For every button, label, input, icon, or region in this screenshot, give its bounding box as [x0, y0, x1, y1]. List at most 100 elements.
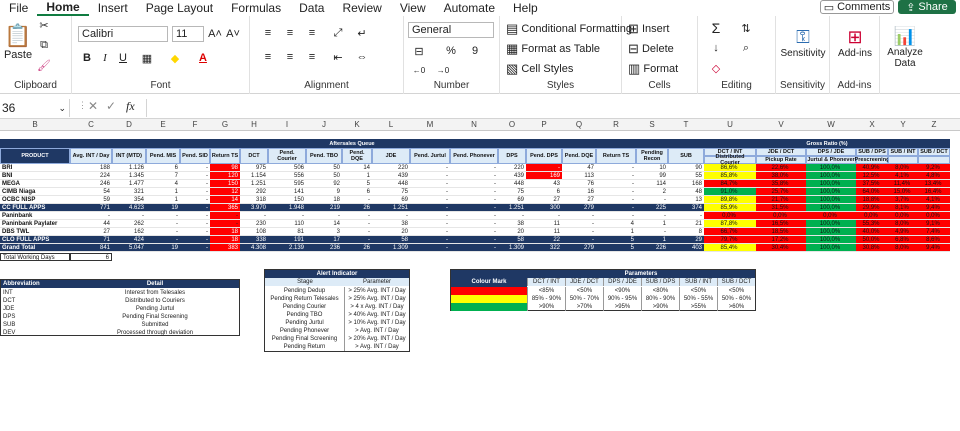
sort-filter-icon[interactable]: ⇅ [738, 20, 754, 36]
ratio-cell[interactable]: 21,7% [756, 196, 806, 204]
ratio-cell[interactable]: 91,0% [704, 188, 756, 196]
total-working-days-value[interactable]: 6 [70, 253, 112, 261]
table-cell[interactable]: - [450, 244, 498, 252]
menu-home[interactable]: Home [37, 0, 89, 16]
format-cells-button[interactable]: ▥ Format [628, 61, 678, 76]
orientation-icon[interactable]: ⤢ [330, 26, 346, 40]
table-cell[interactable]: 11 [526, 220, 562, 228]
table-cell[interactable]: 18 [210, 236, 240, 244]
table-cell[interactable]: 19 [146, 204, 180, 212]
ratio-cell[interactable]: 79,7% [704, 236, 756, 244]
table-cell[interactable]: 225 [636, 204, 668, 212]
table-cell[interactable]: 75 [498, 188, 526, 196]
table-cell[interactable]: - [562, 236, 596, 244]
table-cell[interactable]: 1.309 [498, 244, 526, 252]
formula-input[interactable] [146, 99, 960, 117]
table-cell[interactable]: - [180, 228, 210, 236]
table-cell[interactable]: 58 [372, 236, 410, 244]
table-cell[interactable]: 1.126 [112, 164, 146, 172]
table-cell[interactable]: 1.948 [268, 204, 306, 212]
table-cell[interactable]: - [596, 164, 636, 172]
table-cell[interactable]: 5 [342, 180, 372, 188]
row-label[interactable]: OCBC NISP [0, 196, 70, 204]
ratio-cell[interactable]: 17,2% [756, 236, 806, 244]
table-cell[interactable]: 220 [498, 164, 526, 172]
column-header-z[interactable]: Z [918, 119, 950, 131]
table-cell[interactable]: 424 [112, 236, 146, 244]
borders-icon[interactable]: ▦ [138, 50, 156, 66]
table-cell[interactable]: 6 [342, 188, 372, 196]
table-cell[interactable]: 262 [112, 220, 146, 228]
table-cell[interactable]: 4.308 [240, 244, 268, 252]
table-cell[interactable]: 59 [70, 196, 112, 204]
conditional-formatting-button[interactable]: ▤ Conditional Formatting [506, 21, 632, 36]
table-cell[interactable]: 19 [146, 244, 180, 252]
percent-icon[interactable]: % [442, 44, 460, 58]
ratio-cell[interactable]: 100,0% [806, 204, 856, 212]
column-header-i[interactable]: I [268, 119, 306, 131]
column-header-q[interactable]: Q [562, 119, 596, 131]
table-cell[interactable]: 17 [306, 236, 342, 244]
table-cell[interactable]: - [180, 180, 210, 188]
table-cell[interactable]: - [146, 228, 180, 236]
ratio-cell[interactable]: 30,8% [856, 244, 888, 252]
ratio-cell[interactable]: 11,4% [888, 180, 918, 188]
addins-button[interactable]: ⊞ Add-ins [832, 20, 878, 66]
table-cell[interactable]: 50 [306, 164, 342, 172]
table-cell[interactable]: 58 [498, 236, 526, 244]
row-label[interactable]: Grand Total [0, 244, 70, 252]
table-cell[interactable]: 44 [70, 220, 112, 228]
table-cell[interactable]: 1 [596, 228, 636, 236]
table-cell[interactable]: 27 [526, 196, 562, 204]
table-cell[interactable]: - [526, 164, 562, 172]
table-cell[interactable]: - [450, 228, 498, 236]
ratio-cell[interactable]: 31,5% [756, 204, 806, 212]
column-header-e[interactable]: E [146, 119, 180, 131]
ratio-cell[interactable]: 4,9% [888, 228, 918, 236]
ratio-cell[interactable]: 4,8% [918, 172, 950, 180]
table-cell[interactable]: 75 [372, 188, 410, 196]
table-cell[interactable]: - [210, 212, 240, 220]
column-header-c[interactable]: C [70, 119, 112, 131]
format-as-table-button[interactable]: ▦ Format as Table [506, 41, 600, 56]
ratio-cell[interactable]: 16,5% [756, 220, 806, 228]
table-cell[interactable]: - [410, 228, 450, 236]
table-cell[interactable]: 13 [668, 196, 704, 204]
column-header-p[interactable]: P [526, 119, 562, 131]
table-cell[interactable]: 1.477 [112, 180, 146, 188]
row-label[interactable]: CIMB Niaga [0, 188, 70, 196]
table-cell[interactable]: 21 [668, 220, 704, 228]
menu-automate[interactable]: Automate [435, 1, 504, 15]
ratio-cell[interactable]: 100,0% [806, 188, 856, 196]
table-cell[interactable]: 5 [596, 244, 636, 252]
table-cell[interactable]: 76 [562, 180, 596, 188]
table-cell[interactable]: - [410, 236, 450, 244]
table-cell[interactable]: - [562, 220, 596, 228]
table-cell[interactable]: 4 [596, 220, 636, 228]
table-cell[interactable]: - [636, 212, 668, 220]
table-cell[interactable]: 38 [498, 220, 526, 228]
table-cell[interactable]: - [410, 212, 450, 220]
table-cell[interactable]: 92 [306, 180, 342, 188]
table-cell[interactable]: - [450, 172, 498, 180]
table-cell[interactable]: 168 [668, 180, 704, 188]
row-label[interactable]: CLO FULL APPS [0, 236, 70, 244]
comma-icon[interactable]: 9 [466, 44, 484, 58]
table-cell[interactable]: 300 [526, 204, 562, 212]
table-cell[interactable]: 7 [146, 172, 180, 180]
increase-font-icon[interactable]: A˄ [208, 26, 222, 42]
table-cell[interactable]: - [450, 204, 498, 212]
ratio-cell[interactable]: 100,0% [806, 196, 856, 204]
table-cell[interactable]: - [180, 204, 210, 212]
table-cell[interactable]: 26 [342, 244, 372, 252]
table-cell[interactable]: 2.139 [268, 244, 306, 252]
table-cell[interactable]: - [342, 236, 372, 244]
name-box[interactable]: 36 ⌄ [0, 99, 70, 117]
table-cell[interactable]: - [668, 212, 704, 220]
table-cell[interactable]: 236 [306, 244, 342, 252]
ratio-cell[interactable]: 86,6% [704, 164, 756, 172]
ratio-cell[interactable]: 100,0% [806, 228, 856, 236]
fill-color-icon[interactable]: ◆ [166, 50, 184, 66]
ratio-cell[interactable]: 0,0% [918, 212, 950, 220]
italic-button[interactable]: I [98, 50, 112, 66]
